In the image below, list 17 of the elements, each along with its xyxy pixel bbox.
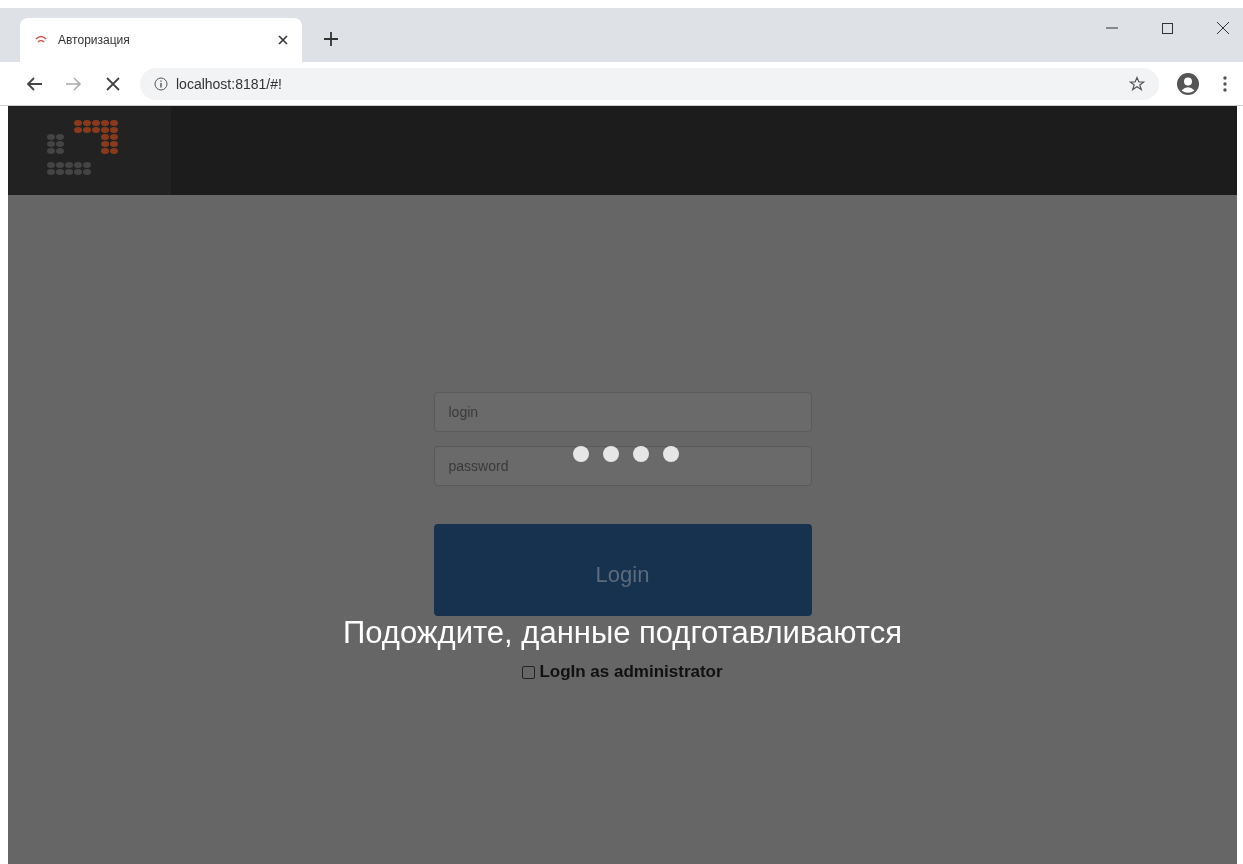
- loading-dots-icon: [571, 445, 680, 463]
- tab-title: Авторизация: [58, 33, 131, 47]
- info-icon: [154, 76, 168, 91]
- url-text: localhost:8181/#!: [176, 75, 283, 92]
- close-tab-icon[interactable]: [278, 35, 288, 45]
- menu-icon[interactable]: [1223, 75, 1227, 92]
- address-bar[interactable]: localhost:8181/#!: [140, 67, 1159, 100]
- back-arrow-icon[interactable]: [26, 76, 42, 91]
- browser-tab[interactable]: Авторизация: [20, 18, 302, 62]
- profile-avatar-icon[interactable]: [1177, 72, 1199, 95]
- stop-loading-icon[interactable]: [106, 76, 120, 91]
- admin-checkbox[interactable]: [522, 665, 536, 679]
- star-icon[interactable]: [1129, 75, 1145, 92]
- new-tab-icon[interactable]: [324, 32, 338, 46]
- maximize-icon[interactable]: [1162, 22, 1173, 34]
- close-window-icon[interactable]: [1217, 22, 1229, 34]
- loading-message: Подождите, данные подготавливаются: [342, 615, 903, 651]
